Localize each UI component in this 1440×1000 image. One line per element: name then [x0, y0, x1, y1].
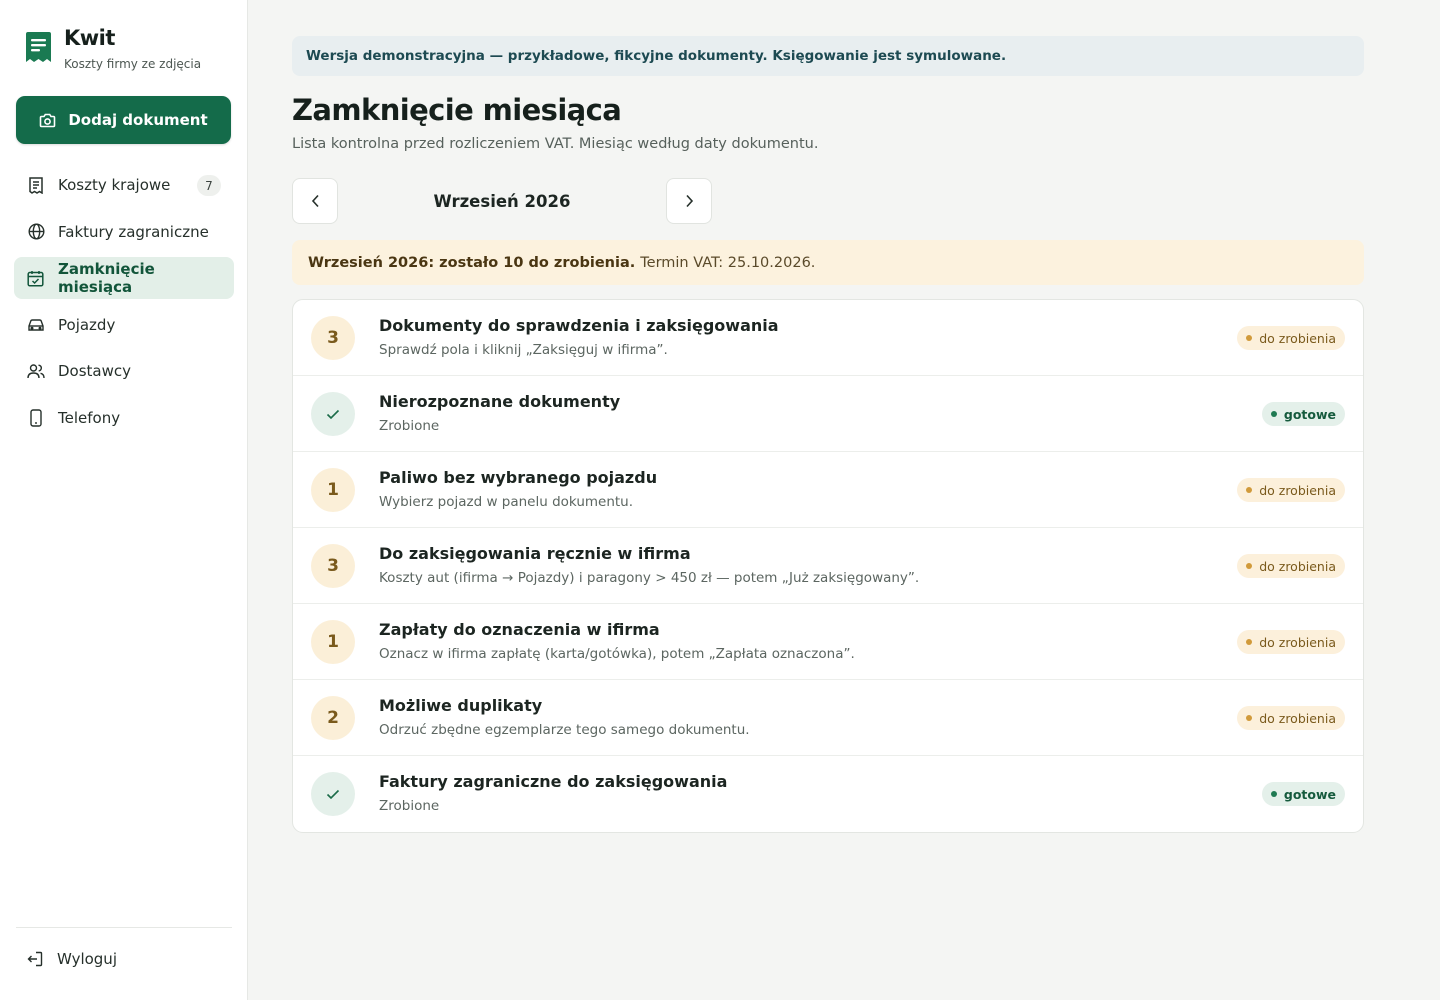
sidebar-item-koszty-krajowe[interactable]: Koszty krajowe 7: [14, 164, 234, 206]
month-switcher: Wrzesień 2026: [292, 178, 1364, 224]
status-badge: do zrobienia: [1237, 706, 1345, 730]
sidebar-divider: [16, 927, 232, 928]
main-content: Wersja demonstracyjna — przykładowe, fik…: [292, 36, 1364, 833]
row-description: Oznacz w ifirma zapłatę (karta/gotówka),…: [379, 646, 855, 662]
sidebar: Kwit Koszty firmy ze zdjęcia Dodaj dokum…: [0, 0, 248, 1000]
count-circle: 1: [311, 468, 355, 512]
checklist-row[interactable]: 2 Możliwe duplikaty Odrzuć zbędne egzemp…: [293, 680, 1363, 756]
calendar-check-icon: [27, 269, 45, 287]
deadline-banner-summary: Wrzesień 2026: zostało 10 do zrobienia.: [308, 254, 636, 271]
add-document-button[interactable]: Dodaj dokument: [16, 96, 231, 144]
brand-name: Kwit: [64, 26, 115, 50]
status-badge: gotowe: [1261, 402, 1345, 426]
sidebar-item-label: Dostawcy: [58, 362, 132, 381]
checklist-row[interactable]: 1 Paliwo bez wybranego pojazdu Wybierz p…: [293, 452, 1363, 528]
status-badge-label: do zrobienia: [1259, 710, 1336, 726]
count-circle: 3: [311, 544, 355, 588]
checklist-row[interactable]: Nierozpoznane dokumenty Zrobione gotowe: [293, 376, 1363, 452]
status-badge-label: gotowe: [1283, 406, 1336, 422]
status-badge: do zrobienia: [1237, 478, 1345, 502]
deadline-banner: Wrzesień 2026: zostało 10 do zrobienia. …: [292, 240, 1364, 285]
logout-label: Wyloguj: [57, 950, 117, 968]
checklist: 3 Dokumenty do sprawdzenia i zaksięgowan…: [292, 299, 1364, 833]
phone-icon: [27, 409, 45, 427]
car-icon: [27, 316, 45, 334]
sidebar-item-zamkniecie-miesiaca[interactable]: Zamknięcie miesiąca: [14, 257, 234, 300]
sidebar-item-label: Pojazdy: [58, 315, 116, 334]
check-icon: [311, 772, 355, 816]
row-title: Nierozpoznane dokumenty: [379, 392, 621, 411]
sidebar-item-label: Koszty krajowe: [58, 176, 171, 194]
receipt-icon: [27, 176, 45, 194]
row-title: Dokumenty do sprawdzenia i zaksięgowania: [379, 316, 779, 335]
row-title: Paliwo bez wybranego pojazdu: [379, 468, 658, 487]
users-icon: [27, 362, 45, 380]
row-description: Zrobione: [379, 798, 440, 814]
logout-button[interactable]: Wyloguj: [27, 950, 117, 968]
status-badge: do zrobienia: [1237, 326, 1345, 350]
logout-icon: [27, 951, 43, 967]
row-description: Odrzuć zbędne egzemplarze tego samego do…: [379, 722, 750, 738]
sidebar-item-faktury-zagraniczne[interactable]: Faktury zagraniczne: [14, 211, 234, 253]
previous-month-button[interactable]: [292, 178, 338, 224]
demo-banner: Wersja demonstracyjna — przykładowe, fik…: [292, 36, 1364, 76]
row-description: Wybierz pojazd w panelu dokumentu.: [379, 494, 634, 510]
checklist-row[interactable]: Faktury zagraniczne do zaksięgowania Zro…: [293, 756, 1363, 832]
row-title: Do zaksięgowania ręcznie w ifirma: [379, 544, 691, 563]
status-badge-label: do zrobienia: [1259, 558, 1336, 574]
next-month-button[interactable]: [666, 178, 712, 224]
status-badge: gotowe: [1261, 782, 1345, 806]
row-title: Możliwe duplikaty: [379, 696, 543, 715]
status-badge: do zrobienia: [1237, 554, 1345, 578]
page-title: Zamknięcie miesiąca: [292, 93, 622, 127]
count-circle: 1: [311, 620, 355, 664]
row-description: Sprawdź pola i kliknij „Zaksięguj w ifir…: [379, 342, 668, 358]
page-subtitle: Lista kontrolna przed rozliczeniem VAT. …: [292, 136, 819, 152]
checklist-row[interactable]: 1 Zapłaty do oznaczenia w ifirma Oznacz …: [293, 604, 1363, 680]
sidebar-item-telefony[interactable]: Telefony: [14, 397, 234, 439]
checklist-row[interactable]: 3 Do zaksięgowania ręcznie w ifirma Kosz…: [293, 528, 1363, 604]
row-description: Koszty aut (ifirma → Pojazdy) i paragony…: [379, 570, 920, 586]
brand-subtitle: Koszty firmy ze zdjęcia: [64, 57, 202, 71]
current-month: Wrzesień 2026: [433, 191, 571, 211]
count-badge: 7: [197, 175, 221, 196]
sidebar-item-dostawcy[interactable]: Dostawcy: [14, 350, 234, 392]
globe-icon: [27, 223, 45, 241]
sidebar-item-label: Faktury zagraniczne: [58, 222, 209, 241]
sidebar-item-pojazdy[interactable]: Pojazdy: [14, 304, 234, 346]
status-badge-label: do zrobienia: [1259, 330, 1336, 346]
status-badge-label: gotowe: [1283, 786, 1336, 802]
sidebar-item-label: Telefony: [58, 408, 121, 427]
row-title: Zapłaty do oznaczenia w ifirma: [379, 620, 660, 639]
camera-icon: [40, 113, 56, 127]
deadline-banner-vat-date: Termin VAT: 25.10.2026.: [640, 254, 816, 271]
chevron-left-icon: [311, 194, 319, 208]
count-circle: 3: [311, 316, 355, 360]
status-badge: do zrobienia: [1237, 630, 1345, 654]
receipt-logo-icon: [26, 32, 51, 64]
checklist-row[interactable]: 3 Dokumenty do sprawdzenia i zaksięgowan…: [293, 300, 1363, 376]
add-document-label: Dodaj dokument: [68, 111, 208, 129]
sidebar-nav: Koszty krajowe 7 Faktury zagraniczne Zam…: [14, 164, 234, 444]
row-description: Zrobione: [379, 418, 440, 434]
status-badge-label: do zrobienia: [1259, 482, 1336, 498]
check-icon: [311, 392, 355, 436]
sidebar-item-label: Zamknięcie miesiąca: [57, 260, 155, 297]
row-title: Faktury zagraniczne do zaksięgowania: [379, 772, 728, 791]
chevron-right-icon: [685, 194, 693, 208]
status-badge-label: do zrobienia: [1259, 634, 1336, 650]
count-circle: 2: [311, 696, 355, 740]
brand[interactable]: Kwit Koszty firmy ze zdjęcia: [26, 26, 201, 71]
